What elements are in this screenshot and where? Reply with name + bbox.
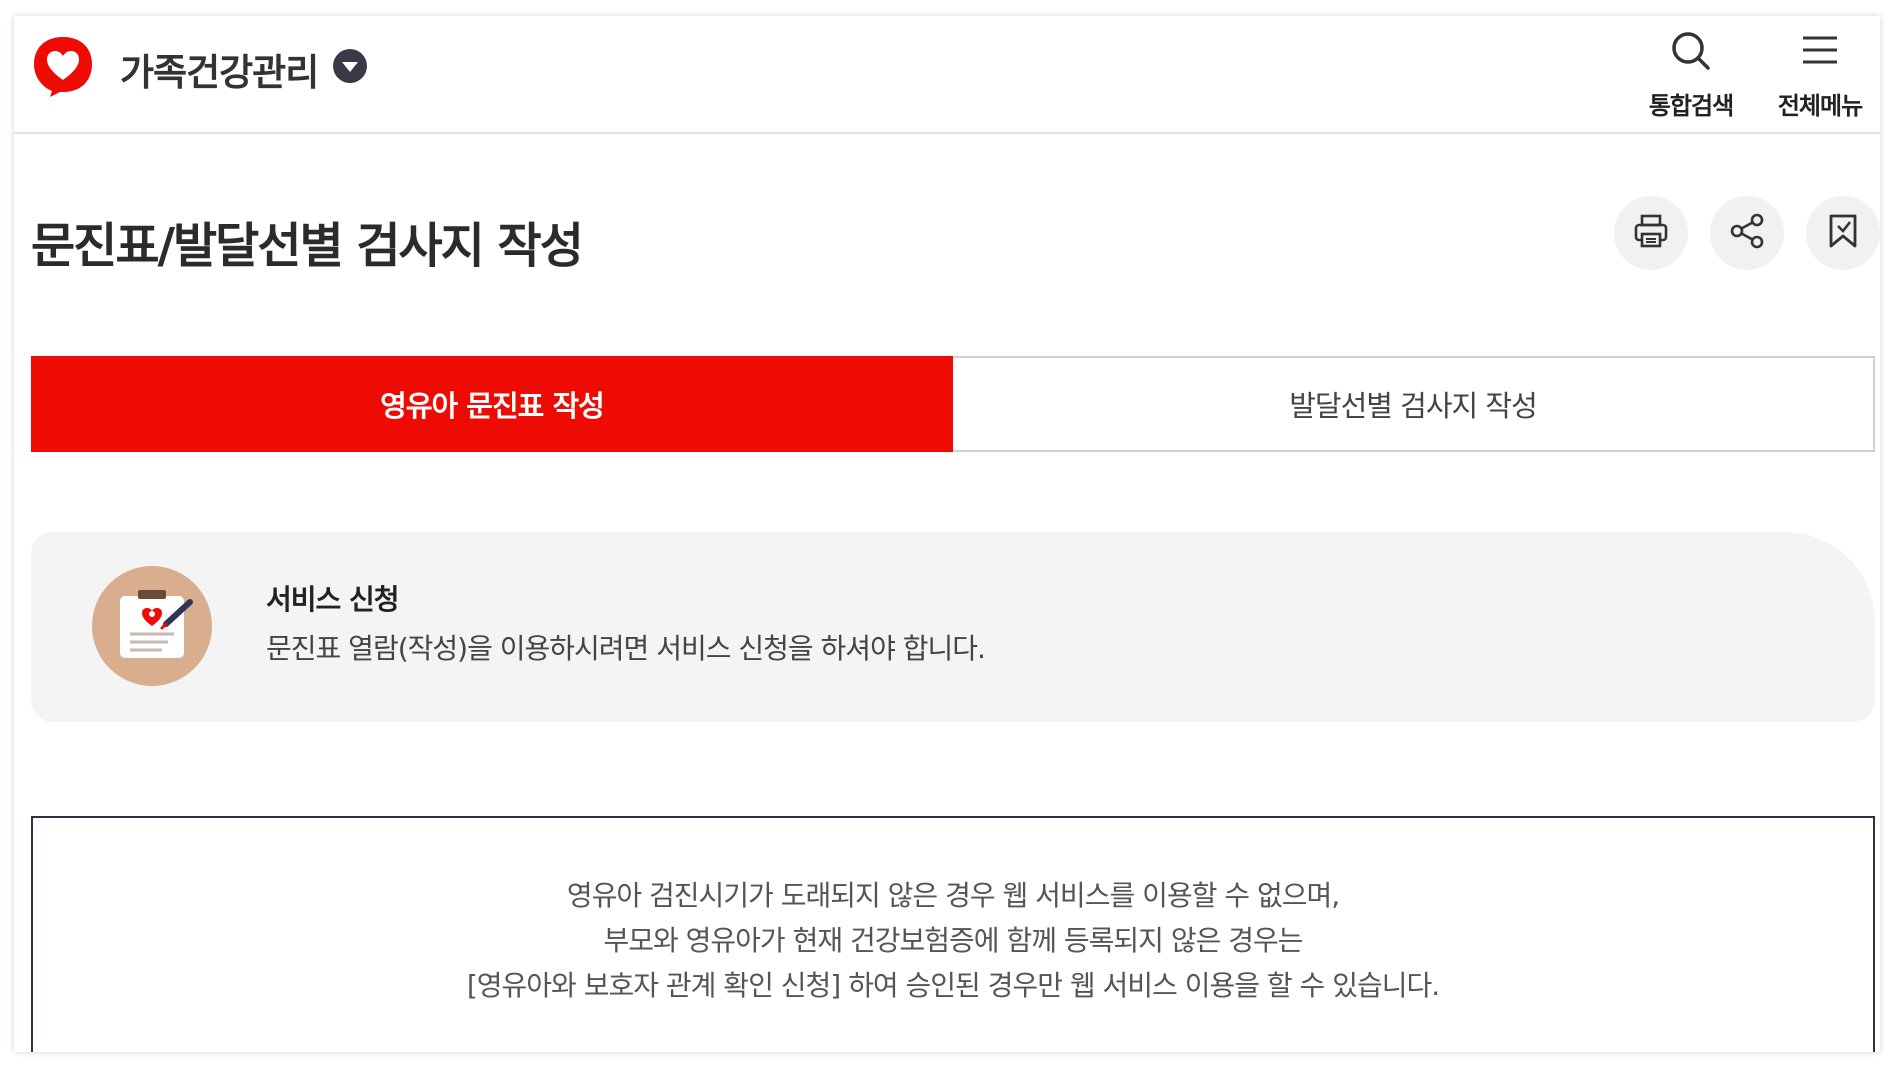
- service-title: 서비스 신청: [266, 583, 400, 616]
- bookmark-button[interactable]: [1806, 196, 1880, 270]
- search-label: 통합검색: [1648, 92, 1734, 120]
- menu-button[interactable]: 전체메뉴: [1760, 24, 1880, 124]
- menu-label: 전체메뉴: [1777, 92, 1863, 120]
- search-button[interactable]: 통합검색: [1631, 24, 1751, 124]
- site-title[interactable]: 가족건강관리: [120, 42, 319, 96]
- share-button[interactable]: [1710, 196, 1784, 270]
- bookmark-icon: [1823, 211, 1863, 255]
- site-header: 가족건강관리 통합검색 전체메뉴: [14, 16, 1880, 134]
- print-icon: [1631, 211, 1671, 255]
- chevron-down-icon[interactable]: [332, 48, 368, 84]
- hamburger-menu-icon: [1799, 24, 1841, 76]
- heart-logo-icon[interactable]: [30, 33, 96, 99]
- service-request-box: 서비스 신청 문진표 열람(작성)을 이용하시려면 서비스 신청을 하셔야 합니…: [31, 532, 1875, 722]
- tab-infant-questionnaire[interactable]: 영유아 문진표 작성: [31, 356, 953, 452]
- print-button[interactable]: [1614, 196, 1688, 270]
- search-icon: [1670, 24, 1712, 76]
- notice-line: 부모와 영유아가 현재 건강보험증에 함께 등록되지 않은 경우는: [603, 924, 1303, 957]
- clipboard-icon: [92, 566, 212, 686]
- page-title: 문진표/발달선별 검사지 작성: [31, 218, 584, 274]
- notice-line: 영유아 검진시기가 도래되지 않은 경우 웹 서비스를 이용할 수 없으며,: [566, 879, 1340, 912]
- tab-bar: 영유아 문진표 작성 발달선별 검사지 작성: [31, 356, 1875, 452]
- page-frame: 가족건강관리 통합검색 전체메뉴 문진표/발달선별 검사지 작성 영유아 문진표…: [14, 16, 1880, 1052]
- tab-development-screening[interactable]: 발달선별 검사지 작성: [953, 356, 1875, 452]
- notice-line: [영유아와 보호자 관계 확인 신청] 하여 승인된 경우만 웹 서비스 이용을…: [466, 969, 1440, 1002]
- service-description: 문진표 열람(작성)을 이용하시려면 서비스 신청을 하셔야 합니다.: [266, 632, 986, 665]
- notice-box: 영유아 검진시기가 도래되지 않은 경우 웹 서비스를 이용할 수 없으며, 부…: [31, 816, 1875, 1052]
- share-icon: [1727, 211, 1767, 255]
